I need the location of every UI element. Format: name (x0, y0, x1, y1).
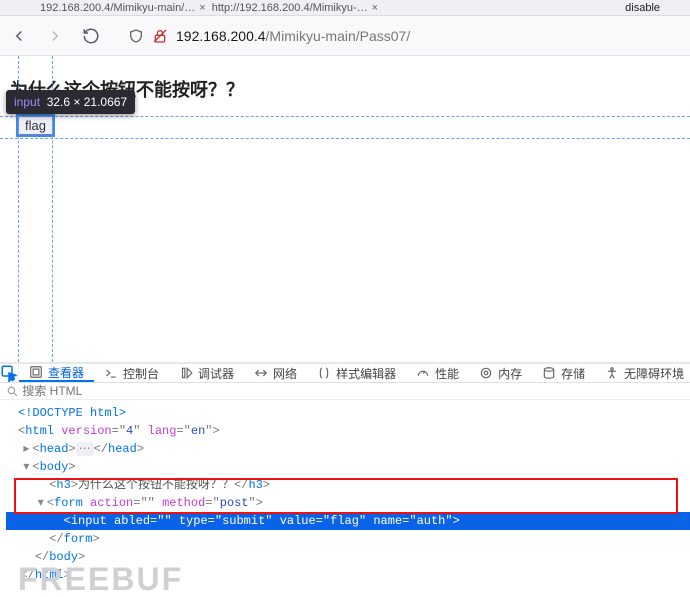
style-icon (317, 366, 331, 380)
devtools-tabbar: 查看器 控制台 调试器 网络 样式编辑器 性能 内存 存储 (0, 364, 690, 383)
tab-storage[interactable]: 存储 (532, 364, 595, 382)
highlight-guide (0, 138, 690, 139)
flag-submit-button[interactable]: flag (18, 116, 53, 135)
dom-line[interactable]: <!DOCTYPE html> (6, 404, 690, 422)
lock-insecure-icon (152, 28, 168, 44)
network-icon (254, 366, 268, 380)
url-path: /Mimikyu-main/Pass07/ (266, 28, 411, 44)
tooltip-tagname: input (14, 95, 40, 109)
forward-button (46, 27, 64, 45)
tab-title: 192.168.200.4/Mimikyu-main/… (40, 2, 195, 14)
browser-tab-1[interactable]: 192.168.200.4/Mimikyu-main/… × (40, 2, 206, 14)
url-text: 192.168.200.4/Mimikyu-main/Pass07/ (176, 28, 410, 44)
tab-right-text: disable (625, 2, 660, 14)
tab-label: 样式编辑器 (336, 365, 396, 382)
tab-label: 存储 (561, 365, 585, 382)
dom-line[interactable]: <html version="4" lang="en"> (6, 422, 690, 440)
memory-icon (479, 366, 493, 380)
dom-line[interactable]: ▾<body> (6, 458, 690, 476)
close-icon[interactable]: × (199, 2, 205, 14)
dom-line[interactable]: </form> (6, 530, 690, 548)
dom-line[interactable]: ▾<form action="" method="post"> (6, 494, 690, 512)
page-viewport: 为什么这个按钮不能按呀？？ input 32.6 × 21.0667 flag (0, 56, 690, 364)
browser-tabstrip: 192.168.200.4/Mimikyu-main/… × http://19… (0, 0, 690, 16)
tab-label: 内存 (498, 365, 522, 382)
url-bar[interactable]: 192.168.200.4/Mimikyu-main/Pass07/ (118, 21, 680, 51)
storage-icon (542, 366, 556, 380)
inspector-icon (29, 365, 43, 379)
console-icon (104, 366, 118, 380)
tab-label: 性能 (435, 365, 459, 382)
dom-search-bar[interactable] (0, 383, 690, 400)
tab-styleeditor[interactable]: 样式编辑器 (307, 364, 406, 382)
tab-debugger[interactable]: 调试器 (169, 364, 244, 382)
a11y-icon (605, 366, 619, 380)
browser-toolbar: 192.168.200.4/Mimikyu-main/Pass07/ (0, 16, 690, 56)
tab-inspector[interactable]: 查看器 (19, 364, 94, 382)
tab-label: 无障碍环境 (624, 365, 684, 382)
tab-performance[interactable]: 性能 (406, 364, 469, 382)
dom-line[interactable]: <h3>为什么这个按钮不能按呀？？</h3> (6, 476, 690, 494)
tab-accessibility[interactable]: 无障碍环境 (595, 364, 690, 382)
devtools-panel: 查看器 控制台 调试器 网络 样式编辑器 性能 内存 存储 (0, 364, 690, 594)
close-icon[interactable]: × (372, 2, 378, 14)
tab-label: 网络 (273, 365, 297, 382)
tab-network[interactable]: 网络 (244, 364, 307, 382)
back-button[interactable] (10, 27, 28, 45)
search-icon (6, 385, 19, 398)
url-host: 192.168.200.4 (176, 28, 266, 44)
dom-tree[interactable]: FREEBUF <!DOCTYPE html> <html version="4… (0, 400, 690, 594)
tab-label: 查看器 (48, 364, 84, 381)
browser-tab-2[interactable]: http://192.168.200.4/Mimikyu-… × (212, 2, 378, 14)
tab-console[interactable]: 控制台 (94, 364, 169, 382)
tab-title: http://192.168.200.4/Mimikyu-… (212, 2, 368, 14)
debugger-icon (179, 366, 193, 380)
inspector-tooltip: input 32.6 × 21.0667 (6, 90, 135, 114)
watermark: FREEBUF (18, 570, 183, 588)
highlight-guide (0, 116, 690, 117)
tab-label: 调试器 (198, 365, 234, 382)
perf-icon (416, 366, 430, 380)
shield-icon (128, 28, 144, 44)
tooltip-dimensions: 32.6 × 21.0667 (47, 95, 127, 109)
reload-button[interactable] (82, 27, 100, 45)
pick-element-button[interactable] (0, 364, 19, 382)
dom-search-input[interactable] (22, 384, 684, 398)
tab-memory[interactable]: 内存 (469, 364, 532, 382)
dom-line-selected[interactable]: <input abled="" type="submit" value="fla… (6, 512, 690, 530)
tab-label: 控制台 (123, 365, 159, 382)
dom-line[interactable]: ▸<head>⋯</head> (6, 440, 690, 458)
